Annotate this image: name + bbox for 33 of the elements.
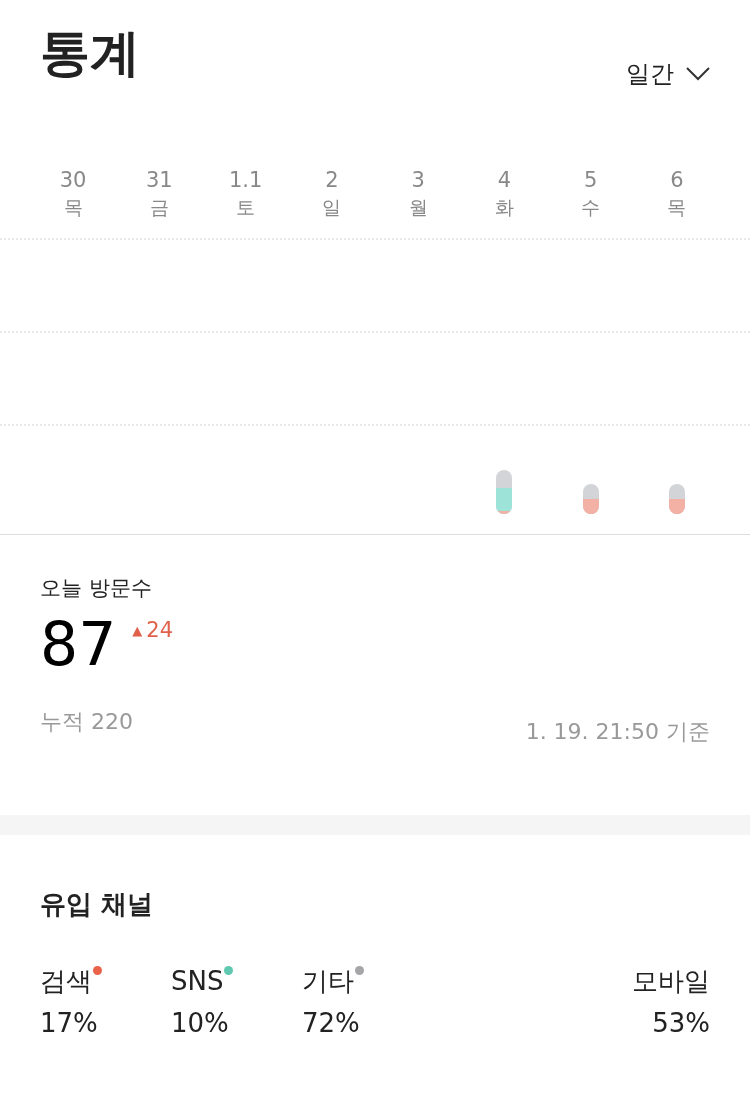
day-date: 5 [583, 167, 598, 194]
chevron-down-icon [686, 67, 710, 81]
day-weekday: 수 [581, 195, 601, 220]
day-weekday: 금 [149, 195, 169, 220]
day-weekday: 토 [236, 195, 256, 220]
day-weekday: 목 [63, 195, 83, 220]
channel-label: 기타 [302, 965, 354, 998]
page-title: 통계 [40, 28, 140, 78]
change-indicator: ▲ 24 [132, 616, 174, 644]
day-date: 31 [146, 167, 173, 194]
day-date: 4 [497, 167, 512, 194]
section-title: 유입 채널 [40, 888, 155, 921]
day-date: 30 [59, 167, 87, 194]
today-visits-value: 87 [40, 608, 117, 679]
day-date: 2 [325, 167, 339, 194]
channel-percent: 10% [171, 1007, 230, 1040]
day-weekday: 월 [408, 195, 428, 220]
mobile-percent: 53% [652, 1007, 710, 1040]
day-weekday: 일 [322, 195, 342, 220]
day-date: 6 [670, 167, 684, 194]
day-weekday: 목 [667, 195, 687, 220]
channel-label: SNS [171, 965, 224, 998]
timestamp: 1. 19. 21:50 기준 [525, 717, 710, 746]
channel-percent: 72% [302, 1007, 361, 1040]
channel-label: 검색 [40, 965, 92, 998]
total-visits: 누적 220 [40, 707, 133, 736]
today-visits-label: 오늘 방문수 [40, 575, 153, 602]
channel-percent: 17% [40, 1007, 99, 1040]
mobile-label: 모바일 [632, 965, 710, 998]
day-date: 1.1 [228, 167, 263, 194]
day-weekday: 화 [494, 195, 514, 220]
period-dropdown[interactable]: 일간 [626, 56, 710, 92]
day-date: 3 [411, 167, 425, 194]
